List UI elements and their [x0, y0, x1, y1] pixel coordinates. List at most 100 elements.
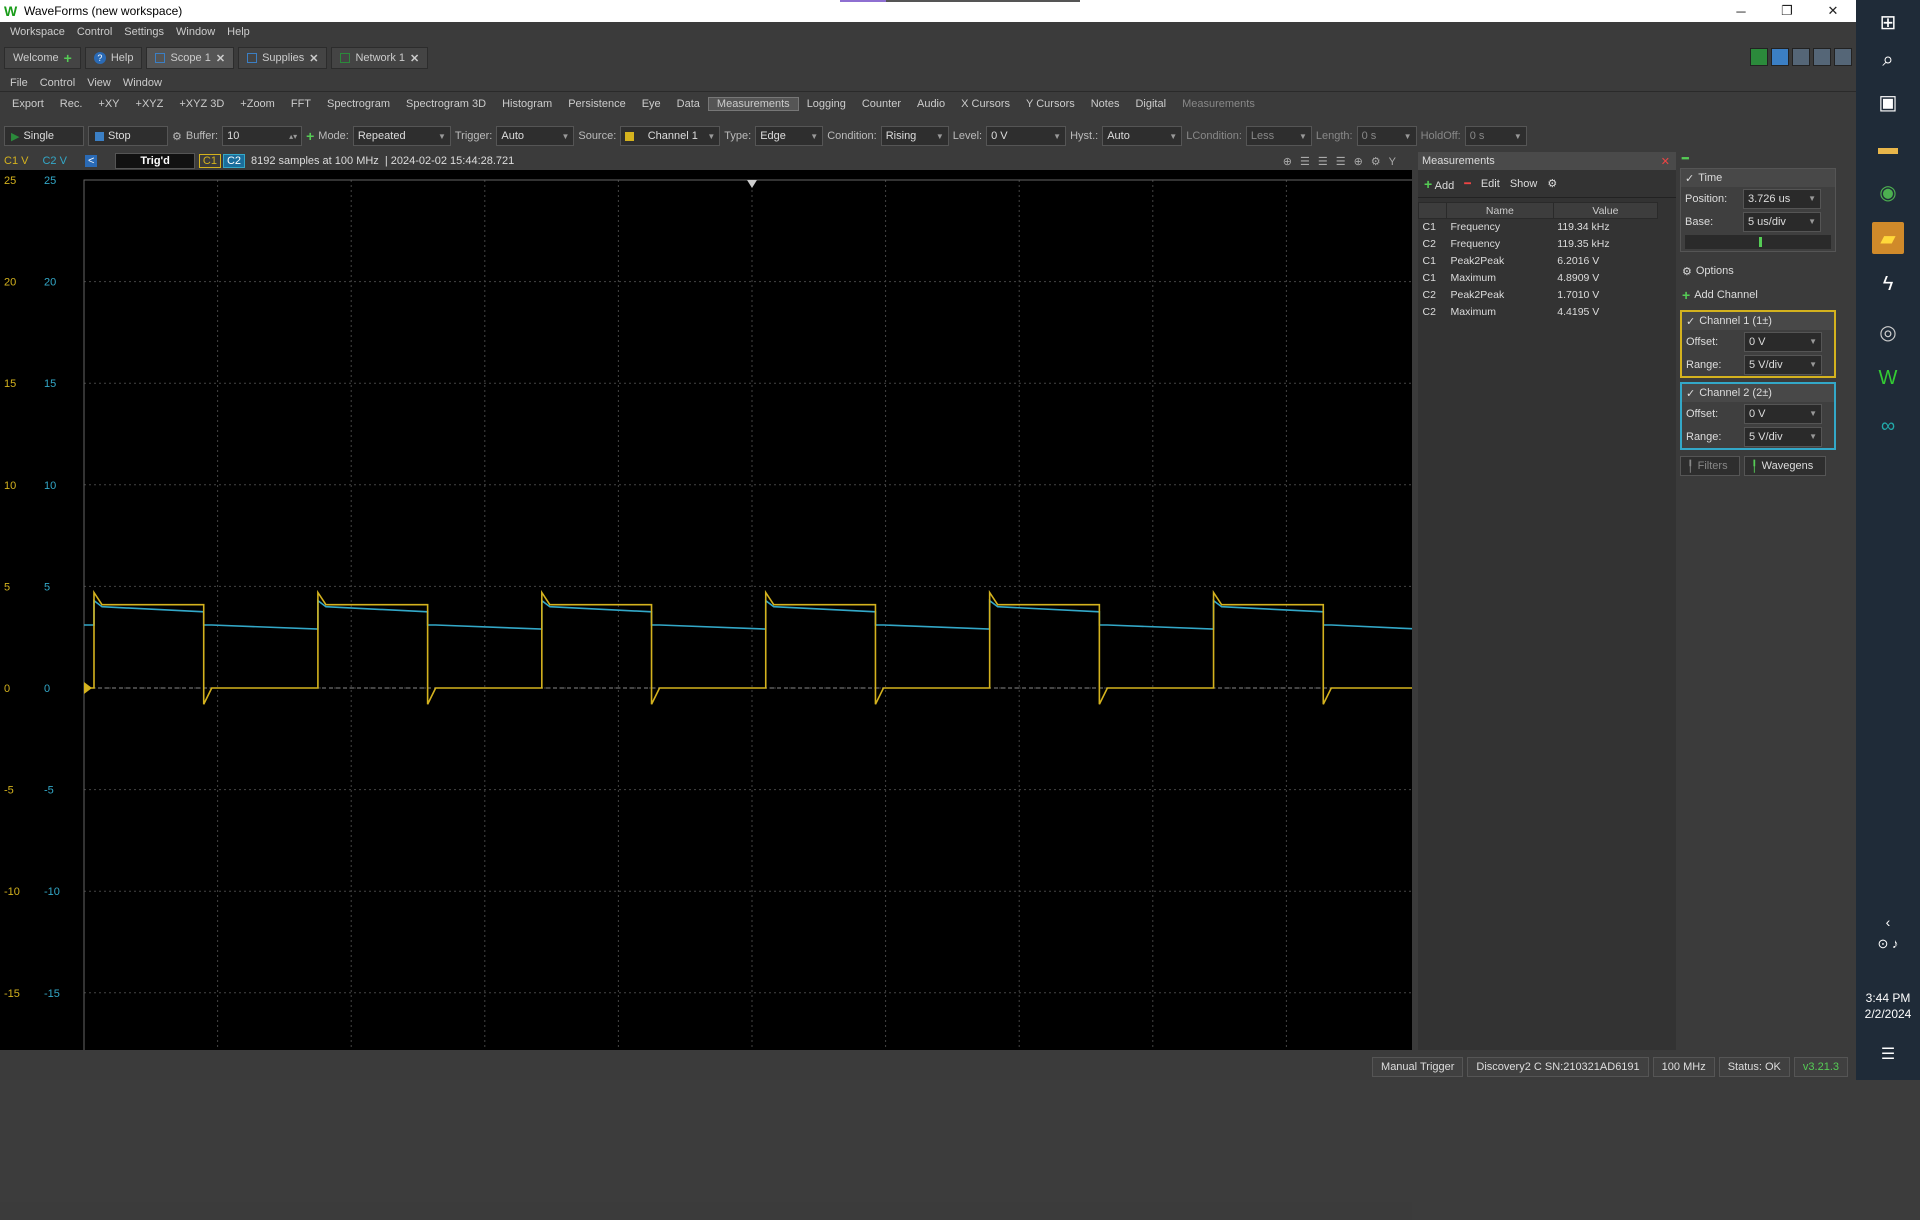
lcondition-select[interactable]: Less ▼ — [1245, 126, 1312, 146]
ch1-range-input[interactable]: 5 V/div ▼ — [1744, 354, 1822, 375]
toolbar-counter[interactable]: Counter — [854, 98, 909, 110]
trigger-select[interactable]: Auto ▼ — [496, 126, 575, 146]
toolbar-spectrogram3d[interactable]: Spectrogram 3D — [398, 98, 494, 110]
device-info[interactable]: Discovery2 C SN:210321AD6191 — [1467, 1057, 1649, 1077]
clock[interactable]: 3:44 PM 2/2/2024 — [1856, 990, 1920, 1022]
time-slider[interactable] — [1685, 235, 1831, 249]
windows-start-icon[interactable]: ⊞ — [1872, 6, 1904, 38]
close-tab-icon[interactable]: ✕ — [216, 52, 225, 65]
add-icon[interactable]: + — [306, 128, 314, 144]
arduino-icon[interactable]: ∞ — [1872, 410, 1904, 442]
table-row[interactable]: C1 Peak2Peak 6.2016 V — [1419, 253, 1658, 270]
condition-select[interactable]: Rising ▼ — [880, 126, 949, 146]
slider-thumb[interactable] — [1759, 237, 1762, 247]
filters-button[interactable]: ╿ Filters — [1680, 456, 1740, 476]
menu-window[interactable]: Window — [117, 77, 168, 89]
toolbar-spectrogram[interactable]: Spectrogram — [319, 98, 398, 110]
toolbar-logging[interactable]: Logging — [799, 98, 854, 110]
close-tab-icon[interactable]: ✕ — [309, 52, 318, 65]
ch2-range-input[interactable]: 5 V/div ▼ — [1744, 426, 1822, 447]
menu-help[interactable]: Help — [221, 26, 256, 38]
maximize-button[interactable]: ❐ — [1764, 0, 1810, 22]
task-view-icon[interactable]: ▣ — [1872, 86, 1904, 118]
holdoff-select[interactable]: 0 s ▼ — [1464, 126, 1527, 146]
toolbar-y-cursors[interactable]: Y Cursors — [1018, 98, 1083, 110]
stop-button[interactable]: Stop — [88, 126, 168, 146]
toolbar-audio[interactable]: Audio — [909, 98, 953, 110]
mode-select[interactable]: Repeated ▼ — [352, 126, 451, 146]
options-button[interactable]: ⚙ Options — [1678, 262, 1838, 280]
toolbar-xy[interactable]: +XY — [90, 98, 127, 110]
single-button[interactable]: ▶ Single — [4, 126, 84, 146]
toolbar-histogram[interactable]: Histogram — [494, 98, 560, 110]
toolbar-fft[interactable]: FFT — [283, 98, 319, 110]
sample-rate[interactable]: 100 MHz — [1652, 1057, 1715, 1077]
manual-trigger-button[interactable]: Manual Trigger — [1372, 1057, 1464, 1077]
close-panel-icon[interactable]: ✕ — [1661, 155, 1670, 168]
plot-svg[interactable]: 25252020151510105500-5-5-10-10-15-15-20-… — [0, 170, 1412, 1050]
toolbar-persistence[interactable]: Persistence — [560, 98, 633, 110]
toolbar-data[interactable]: Data — [669, 98, 708, 110]
minimize-button[interactable]: ─ — [1718, 0, 1764, 22]
file-explorer-icon[interactable]: ▬ — [1872, 132, 1904, 164]
menu-control[interactable]: Control — [34, 77, 81, 89]
menu-view[interactable]: View — [81, 77, 117, 89]
type-select[interactable]: Edge ▼ — [755, 126, 824, 146]
edit-button[interactable]: Edit — [1481, 178, 1500, 190]
toolbar-export[interactable]: Export — [4, 98, 52, 110]
toolbar-eye[interactable]: Eye — [634, 98, 669, 110]
ch1-offset-input[interactable]: 0 V ▼ — [1744, 331, 1822, 352]
cascade-icon[interactable] — [1792, 48, 1810, 66]
toolbar-rec[interactable]: Rec. — [52, 98, 91, 110]
wavegens-button[interactable]: ╿ Wavegens — [1744, 456, 1826, 476]
close-tab-icon[interactable]: ✕ — [410, 52, 419, 65]
menu-settings[interactable]: Settings — [118, 26, 170, 38]
check-icon[interactable]: ✓ — [1686, 315, 1695, 328]
version-badge[interactable]: v3.21.3 — [1793, 1057, 1848, 1077]
toolbar-xyz[interactable]: +XYZ — [128, 98, 172, 110]
hyst-select[interactable]: Auto ▼ — [1102, 126, 1183, 146]
run-all-icon[interactable] — [1750, 48, 1768, 66]
c1-badge[interactable]: C1 — [198, 154, 221, 168]
add-icon[interactable]: + — [64, 50, 72, 66]
table-row[interactable]: C1 Frequency 119.34 kHz — [1419, 219, 1658, 236]
table-row[interactable]: C2 Frequency 119.35 kHz — [1419, 236, 1658, 253]
menu-file[interactable]: File — [4, 77, 34, 89]
toolbar-measurements[interactable]: Measurements — [707, 97, 799, 111]
remove-icon[interactable]: ━ — [1464, 177, 1471, 190]
menu-workspace[interactable]: Workspace — [4, 26, 71, 38]
power-automate-icon[interactable]: ϟ — [1872, 268, 1904, 300]
level-select[interactable]: 0 V ▼ — [986, 126, 1067, 146]
recording-app-icon[interactable]: ◎ — [1872, 316, 1904, 348]
tray-icons[interactable]: ⊙ ♪ — [1872, 928, 1904, 960]
gear-icon[interactable]: ⚙ — [172, 130, 182, 143]
check-icon[interactable]: ✓ — [1685, 172, 1694, 185]
add-channel-button[interactable]: + Add Channel — [1678, 286, 1838, 304]
toolbar-x-cursors[interactable]: X Cursors — [953, 98, 1018, 110]
base-input[interactable]: 5 us/div ▼ — [1743, 211, 1821, 232]
collapse-left-icon[interactable]: < — [84, 155, 98, 167]
sticky-notes-icon[interactable]: ▰ — [1872, 222, 1904, 254]
table-row[interactable]: C1 Maximum 4.8909 V — [1419, 270, 1658, 287]
table-row[interactable]: C2 Peak2Peak 1.7010 V — [1419, 287, 1658, 304]
tile-icon[interactable] — [1813, 48, 1831, 66]
menu-window[interactable]: Window — [170, 26, 221, 38]
stop-all-icon[interactable] — [1771, 48, 1789, 66]
close-button[interactable]: ✕ — [1810, 0, 1856, 22]
source-select[interactable]: Channel 1 ▼ — [620, 126, 721, 146]
toolbar-digital[interactable]: Digital — [1127, 98, 1174, 110]
search-icon[interactable]: ⌕ — [1872, 44, 1904, 76]
waveforms-taskbar-icon[interactable]: W — [1872, 362, 1904, 394]
oscilloscope-plot[interactable]: 25252020151510105500-5-5-10-10-15-15-20-… — [0, 170, 1412, 1220]
gear-icon[interactable]: ⚙ — [1547, 177, 1557, 190]
c2-badge[interactable]: C2 — [222, 154, 246, 168]
chrome-icon[interactable]: ◉ — [1872, 176, 1904, 208]
buffer-spinbox[interactable]: 10 ▴▾ — [222, 126, 303, 146]
notifications-icon[interactable]: ☰ — [1872, 1038, 1904, 1070]
tab-help[interactable]: ? Help — [84, 47, 143, 69]
menu-control[interactable]: Control — [71, 26, 118, 38]
toolbar-measurements-2[interactable]: Measurements — [1174, 98, 1263, 110]
ch2-offset-input[interactable]: 0 V ▼ — [1744, 403, 1822, 424]
settings-gear-icon[interactable] — [1834, 48, 1852, 66]
tab-supplies[interactable]: Supplies ✕ — [238, 47, 328, 69]
